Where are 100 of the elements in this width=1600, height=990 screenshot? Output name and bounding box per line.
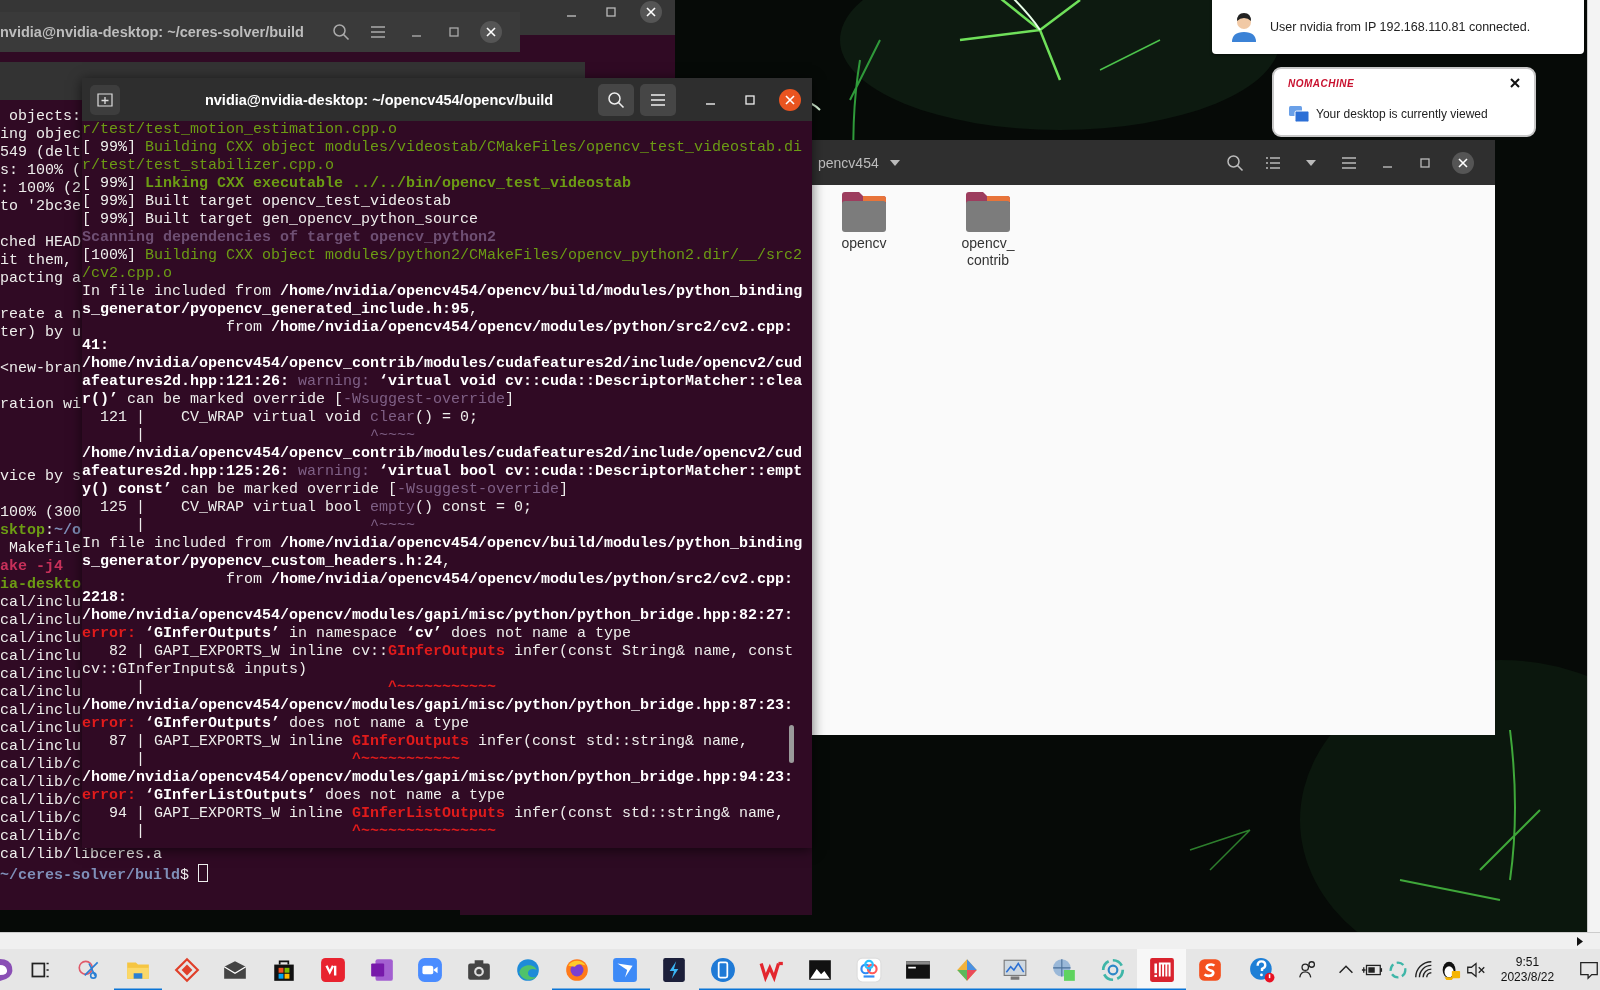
- terminal-line: cal/inclu: [0, 630, 81, 648]
- close-button[interactable]: [637, 0, 665, 26]
- dropdown-icon: [1305, 158, 1317, 167]
- close-icon: [479, 20, 504, 44]
- terminal-line: Makefile: [8, 540, 81, 558]
- terminal-line: cal/lib/c: [0, 756, 81, 774]
- clock-time[interactable]: 9:51: [1515, 955, 1540, 970]
- minimize-icon: [411, 35, 421, 37]
- terminal-line: r/test/test_motion_estimation.cpp.o: [82, 121, 398, 139]
- folder-icon: [965, 191, 1011, 233]
- terminal-line: afeatures2d.hpp:125:26: warning: ‘virtual bool cv::cuda::DescriptorMatcher::empt: [82, 463, 803, 481]
- terminal-line: ia-deskto: [0, 576, 81, 594]
- folder-item[interactable]: opencv_contrib: [948, 191, 1028, 269]
- app-icon[interactable]: [0, 957, 14, 983]
- terminal-line: vice by s: [0, 468, 81, 486]
- terminal-line: /home/nvidia/opencv454/opencv/modules/gapi/misc/python/python_bridge.hpp:94:23:: [82, 769, 794, 787]
- terminal-line: [ 99%] Building CXX object modules/videostab/CMakeFiles/opencv_test_videostab.di: [82, 139, 803, 157]
- terminal-line: [100%] Building CXX object modules/python2/CMakeFiles/opencv_python2.dir/__/src2: [82, 247, 803, 265]
- terminal-line: cal/inclu: [0, 666, 81, 684]
- terminal-line: error: ‘GInferOutputs’ does not name a type: [82, 715, 470, 733]
- brand-logo: NOMACHINE: [1288, 77, 1355, 89]
- minimize-icon: [566, 15, 576, 17]
- terminal-line: r()’ can be marked override [-Wsuggest-override]: [82, 391, 515, 409]
- close-icon: [778, 87, 802, 112]
- terminal-line: cal/lib/c: [0, 810, 81, 828]
- terminal-line: error: ‘GInferListOutputs’ does not name a type: [82, 787, 506, 805]
- terminal-line: cal/inclu: [0, 612, 81, 630]
- terminal-line: cal/inclu: [0, 738, 81, 756]
- maximize-icon: [744, 93, 756, 106]
- dropdown-icon: [888, 158, 901, 167]
- diamond-icon: [173, 957, 200, 983]
- terminal-line: /cv2.cpp.o: [82, 265, 172, 283]
- new-tab-button[interactable]: [90, 84, 120, 115]
- help-icon[interactable]: [1248, 957, 1275, 983]
- terminal-line: 41:: [82, 337, 109, 355]
- scrollbar-thumb[interactable]: [789, 725, 794, 763]
- folder-item[interactable]: opencv: [824, 191, 904, 252]
- image-icon: [807, 957, 834, 983]
- terminal-line: sktop:~/o: [0, 522, 82, 540]
- menu-icon: [650, 92, 666, 107]
- vertical-scrollbar[interactable]: [1587, 0, 1600, 932]
- video-camera-icon: [417, 957, 444, 983]
- app-icon: [1051, 957, 1078, 983]
- terminal-line: ake -j4: [0, 558, 63, 576]
- folder-icon: [841, 191, 887, 233]
- terminal-line: [ 99%] Built target gen_opencv_python_source: [82, 211, 479, 229]
- person-icon: [1230, 12, 1258, 42]
- terminal-line: s_generator/pyopencv_generated_include.h:95,: [82, 301, 479, 319]
- clock-date[interactable]: 2023/8/22: [1500, 970, 1555, 985]
- terminal-line: cal/lib/c: [0, 828, 81, 846]
- menu-icon: [370, 25, 387, 39]
- close-icon: [639, 0, 663, 24]
- terminal-line: s: 100% (: [0, 162, 81, 180]
- terminal-line: | ^~~~~: [135, 427, 416, 445]
- location-label: pencv454: [818, 154, 879, 171]
- terminal-line: In file included from /home/nvidia/opencv454/opencv/build/modules/python_binding: [82, 283, 803, 301]
- terminal-line: from /home/nvidia/opencv454/opencv/modules/python/src2/cv2.cpp:: [225, 319, 794, 337]
- close-button[interactable]: [1508, 76, 1522, 90]
- terminal-line: /home/nvidia/opencv454/opencv/modules/gapi/misc/python/python_bridge.hpp:82:27:: [82, 607, 794, 625]
- terminal-line: /home/nvidia/opencv454/opencv_contrib/modules/cudafeatures2d/include/opencv2/cud: [82, 355, 803, 373]
- terminal-line: r/test/test_stabilizer.cpp.o: [82, 157, 335, 175]
- search-button[interactable]: [598, 83, 634, 116]
- terminal-line: cal/lib/c: [0, 792, 81, 810]
- terminal-line: cal/lib/c: [0, 774, 81, 792]
- terminal-line: afeatures2d.hpp:121:26: warning: ‘virtual void cv::cuda::DescriptorMatcher::clea: [82, 373, 803, 391]
- terminal-line: | ^~~~~~~~~~~~: [135, 751, 461, 769]
- terminal-line: <new-bran: [0, 360, 81, 378]
- new-tab-icon: [97, 92, 113, 107]
- minimize-icon: [1382, 165, 1392, 168]
- menu-button[interactable]: [640, 83, 676, 116]
- terminal-line: y() const’ can be marked override [-Wsuggest-override]: [82, 481, 569, 499]
- terminal-line: ched HEAD: [0, 234, 81, 252]
- minimize-icon: [705, 102, 715, 105]
- app-icon: [1099, 957, 1126, 983]
- terminal-line: 125 | CV_WRAP virtual bool empty() const = 0;: [99, 499, 533, 517]
- terminal-line: to '2bc3e: [0, 198, 81, 216]
- terminal-line: 2218:: [82, 589, 127, 607]
- app-icon: [856, 957, 883, 983]
- terminal-line: [ 99%] Built target opencv_test_videostab: [82, 193, 452, 211]
- terminal-line: 549 (delt: [0, 144, 81, 162]
- terminal-line: cal/inclu: [0, 648, 81, 666]
- app-icon: [514, 957, 541, 983]
- terminal-line: cal/lib/libceres.a: [0, 846, 163, 864]
- terminal-line: 82 | GAPI_EXPORTS_W inline cv::GInferOutputs infer(const String& name, const: [108, 643, 794, 661]
- close-button[interactable]: [478, 18, 505, 46]
- terminal-line: cv::GInferInputs& inputs): [82, 661, 308, 679]
- app-icon: [1197, 957, 1224, 983]
- terminal-line: | ^~~~~: [135, 517, 416, 535]
- speaker-muted-icon[interactable]: [1464, 959, 1487, 981]
- app-icon: [1148, 957, 1175, 983]
- maximize-icon: [605, 6, 617, 18]
- notification-icon[interactable]: [1578, 959, 1600, 981]
- terminal-line: | ^~~~~~~~~~~~: [135, 679, 497, 697]
- terminal-line: 87 | GAPI_EXPORTS_W inline GInferOutputs infer(const std::string& name,: [108, 733, 749, 751]
- terminal-line: error: ‘GInferOutputs’ in namespace ‘cv’ does not name a type: [82, 625, 632, 643]
- terminal-line: it them,: [0, 252, 72, 270]
- horizontal-scrollbar[interactable]: [0, 932, 1600, 949]
- terminal-line: ing objec: [0, 126, 81, 144]
- terminal-line: cal/inclu: [0, 720, 81, 738]
- terminal-line: reate a n: [0, 306, 81, 324]
